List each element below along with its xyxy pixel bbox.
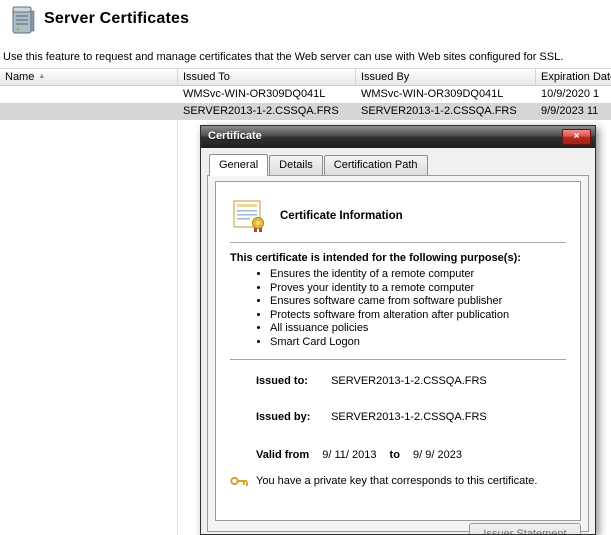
table-row-selected[interactable]: SERVER2013-1-2.CSSQA.FRS SERVER2013-1-2.… bbox=[0, 103, 611, 120]
cell-issued-by: WMSvc-WIN-OR309DQ041L bbox=[356, 86, 536, 103]
cell-issued-to: WMSvc-WIN-OR309DQ041L bbox=[178, 86, 356, 103]
valid-from-label: Valid from bbox=[256, 449, 309, 461]
table-row[interactable]: WMSvc-WIN-OR309DQ041L WMSvc-WIN-OR309DQ0… bbox=[0, 86, 611, 103]
separator bbox=[230, 359, 566, 361]
purpose-item: Ensures the identity of a remote compute… bbox=[270, 268, 566, 282]
private-key-row: You have a private key that corresponds … bbox=[230, 475, 566, 487]
purpose-item: Smart Card Logon bbox=[270, 336, 566, 350]
purpose-item: Protects software from alteration after … bbox=[270, 309, 566, 323]
sort-ascending-icon: ▲ bbox=[38, 73, 45, 80]
certificate-information-title: Certificate Information bbox=[280, 210, 403, 222]
tab-details[interactable]: Details bbox=[269, 155, 323, 175]
dialog-body: General Details Certification Path Certi bbox=[201, 148, 595, 534]
server-certificates-page: { "page": { "title": "Server Certificate… bbox=[0, 0, 611, 535]
column-header-issued-by-label: Issued By bbox=[361, 71, 409, 83]
issued-to-value: SERVER2013-1-2.CSSQA.FRS bbox=[331, 375, 487, 387]
cell-name bbox=[0, 86, 178, 103]
issued-by-row: Issued by: SERVER2013-1-2.CSSQA.FRS bbox=[256, 411, 566, 423]
dialog-title-bar[interactable]: Certificate × bbox=[201, 126, 595, 148]
purpose-item: Proves your identity to a remote compute… bbox=[270, 282, 566, 296]
column-header-expiration-date[interactable]: Expiration Date bbox=[536, 69, 611, 85]
private-key-text: You have a private key that corresponds … bbox=[256, 475, 537, 487]
certificates-table-header: Name ▲ Issued To Issued By Expiration Dat… bbox=[0, 68, 611, 86]
purpose-list: Ensures the identity of a remote compute… bbox=[230, 268, 566, 349]
column-header-issued-by[interactable]: Issued By bbox=[356, 69, 536, 85]
issuer-statement-button[interactable]: Issuer Statement bbox=[469, 523, 581, 535]
issued-to-row: Issued to: SERVER2013-1-2.CSSQA.FRS bbox=[256, 375, 566, 387]
issued-by-label: Issued by: bbox=[256, 411, 328, 423]
column-header-expiration-label: Expiration Date bbox=[541, 71, 611, 83]
valid-from-date: 9/ 11/ 2013 bbox=[322, 449, 376, 461]
separator bbox=[230, 242, 566, 244]
cell-expiration: 9/9/2023 11 bbox=[536, 103, 611, 120]
validity-row: Valid from 9/ 11/ 2013 to 9/ 9/ 2023 bbox=[256, 449, 566, 461]
cell-expiration: 10/9/2020 1 bbox=[536, 86, 611, 103]
valid-to-date: 9/ 9/ 2023 bbox=[413, 449, 462, 461]
dialog-title: Certificate bbox=[208, 130, 262, 142]
purpose-heading: This certificate is intended for the fol… bbox=[230, 252, 566, 264]
certificate-dialog: Certificate × General Details Certificat… bbox=[200, 125, 596, 535]
certificate-icon bbox=[230, 199, 268, 233]
purpose-item: All issuance policies bbox=[270, 322, 566, 336]
purpose-item: Ensures software came from software publ… bbox=[270, 295, 566, 309]
tab-general[interactable]: General bbox=[209, 154, 268, 176]
tab-certification-path[interactable]: Certification Path bbox=[324, 155, 428, 175]
key-icon bbox=[230, 475, 248, 487]
column-header-name-label: Name bbox=[5, 71, 34, 83]
cell-issued-to: SERVER2013-1-2.CSSQA.FRS bbox=[178, 103, 356, 120]
valid-to-label: to bbox=[390, 449, 400, 461]
issued-to-label: Issued to: bbox=[256, 375, 328, 387]
issued-by-value: SERVER2013-1-2.CSSQA.FRS bbox=[331, 411, 487, 423]
server-icon bbox=[8, 5, 38, 35]
cell-name bbox=[0, 103, 178, 120]
page-title: Server Certificates bbox=[44, 10, 189, 28]
close-icon[interactable]: × bbox=[562, 129, 591, 145]
column-header-issued-to[interactable]: Issued To bbox=[178, 69, 356, 85]
certificate-fields: Issued to: SERVER2013-1-2.CSSQA.FRS Issu… bbox=[230, 375, 566, 461]
cell-issued-by: SERVER2013-1-2.CSSQA.FRS bbox=[356, 103, 536, 120]
page-description: Use this feature to request and manage c… bbox=[3, 51, 609, 63]
dialog-tabs: General Details Certification Path bbox=[209, 154, 429, 175]
column-header-name[interactable]: Name ▲ bbox=[0, 69, 178, 85]
column-header-issued-to-label: Issued To bbox=[183, 71, 230, 83]
certificate-info-panel: Certificate Information This certificate… bbox=[215, 181, 581, 521]
column-grid-line bbox=[177, 120, 178, 535]
certificate-info-header: Certificate Information bbox=[230, 196, 566, 236]
